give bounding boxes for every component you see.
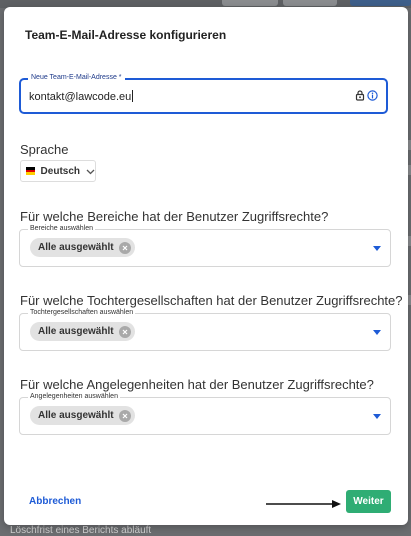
arrow-right-icon (266, 496, 342, 514)
chip-remove-icon[interactable] (118, 241, 131, 254)
team-email-value: kontakt@lawcode.eu (29, 91, 132, 103)
matters-chip: Alle ausgewählt (30, 406, 135, 425)
language-heading: Sprache (20, 142, 69, 157)
team-email-field[interactable]: Neue Team-E-Mail-Adresse * kontakt@lawco… (19, 73, 388, 114)
info-icon[interactable] (367, 90, 378, 101)
team-email-input[interactable]: kontakt@lawcode.eu (29, 90, 134, 103)
background-text-row: Löschfrist eines Berichts abläuft (0, 525, 411, 536)
subsidiaries-select[interactable]: Tochtergesellschaften auswählen Alle aus… (19, 308, 391, 351)
background-tab (222, 0, 278, 6)
subsidiaries-select-label: Tochtergesellschaften auswählen (28, 308, 136, 317)
subsidiaries-chip: Alle ausgewählt (30, 322, 135, 341)
team-email-label: Neue Team-E-Mail-Adresse * (28, 73, 125, 83)
lock-icon (355, 90, 365, 101)
chip-label: Alle ausgewählt (38, 242, 114, 253)
language-select[interactable]: Deutsch (20, 160, 96, 182)
german-flag-icon (26, 167, 35, 176)
areas-chip: Alle ausgewählt (30, 238, 135, 257)
areas-question: Für welche Bereiche hat der Benutzer Zug… (20, 209, 329, 224)
subsidiaries-question: Für welche Tochtergesellschaften hat der… (20, 293, 403, 308)
matters-question: Für welche Angelegenheiten hat der Benut… (20, 377, 374, 392)
chip-remove-icon[interactable] (118, 409, 131, 422)
background-tab (283, 0, 337, 6)
background-button (350, 0, 411, 6)
matters-select-label: Angelegenheiten auswählen (28, 392, 120, 401)
matters-select[interactable]: Angelegenheiten auswählen Alle ausgewähl… (19, 392, 391, 435)
next-button[interactable]: Weiter (346, 490, 391, 513)
chip-remove-icon[interactable] (118, 325, 131, 338)
field-icons (355, 90, 378, 101)
background-partial-text: Löschfrist eines Berichts abläuft (10, 525, 152, 536)
chip-label: Alle ausgewählt (38, 410, 114, 421)
text-caret (132, 90, 134, 102)
language-selected: Deutsch (40, 165, 80, 177)
dropdown-arrow-icon[interactable] (373, 246, 381, 251)
dropdown-arrow-icon[interactable] (373, 330, 381, 335)
areas-select[interactable]: Bereiche auswählen Alle ausgewählt (19, 224, 391, 267)
chip-label: Alle ausgewählt (38, 326, 114, 337)
cancel-button[interactable]: Abbrechen (29, 496, 81, 507)
chevron-down-icon (86, 162, 95, 180)
dropdown-arrow-icon[interactable] (373, 414, 381, 419)
configure-email-dialog: Team-E-Mail-Adresse konfigurieren Neue T… (4, 7, 408, 525)
dialog-title: Team-E-Mail-Adresse konfigurieren (25, 28, 227, 42)
areas-select-label: Bereiche auswählen (28, 224, 96, 233)
